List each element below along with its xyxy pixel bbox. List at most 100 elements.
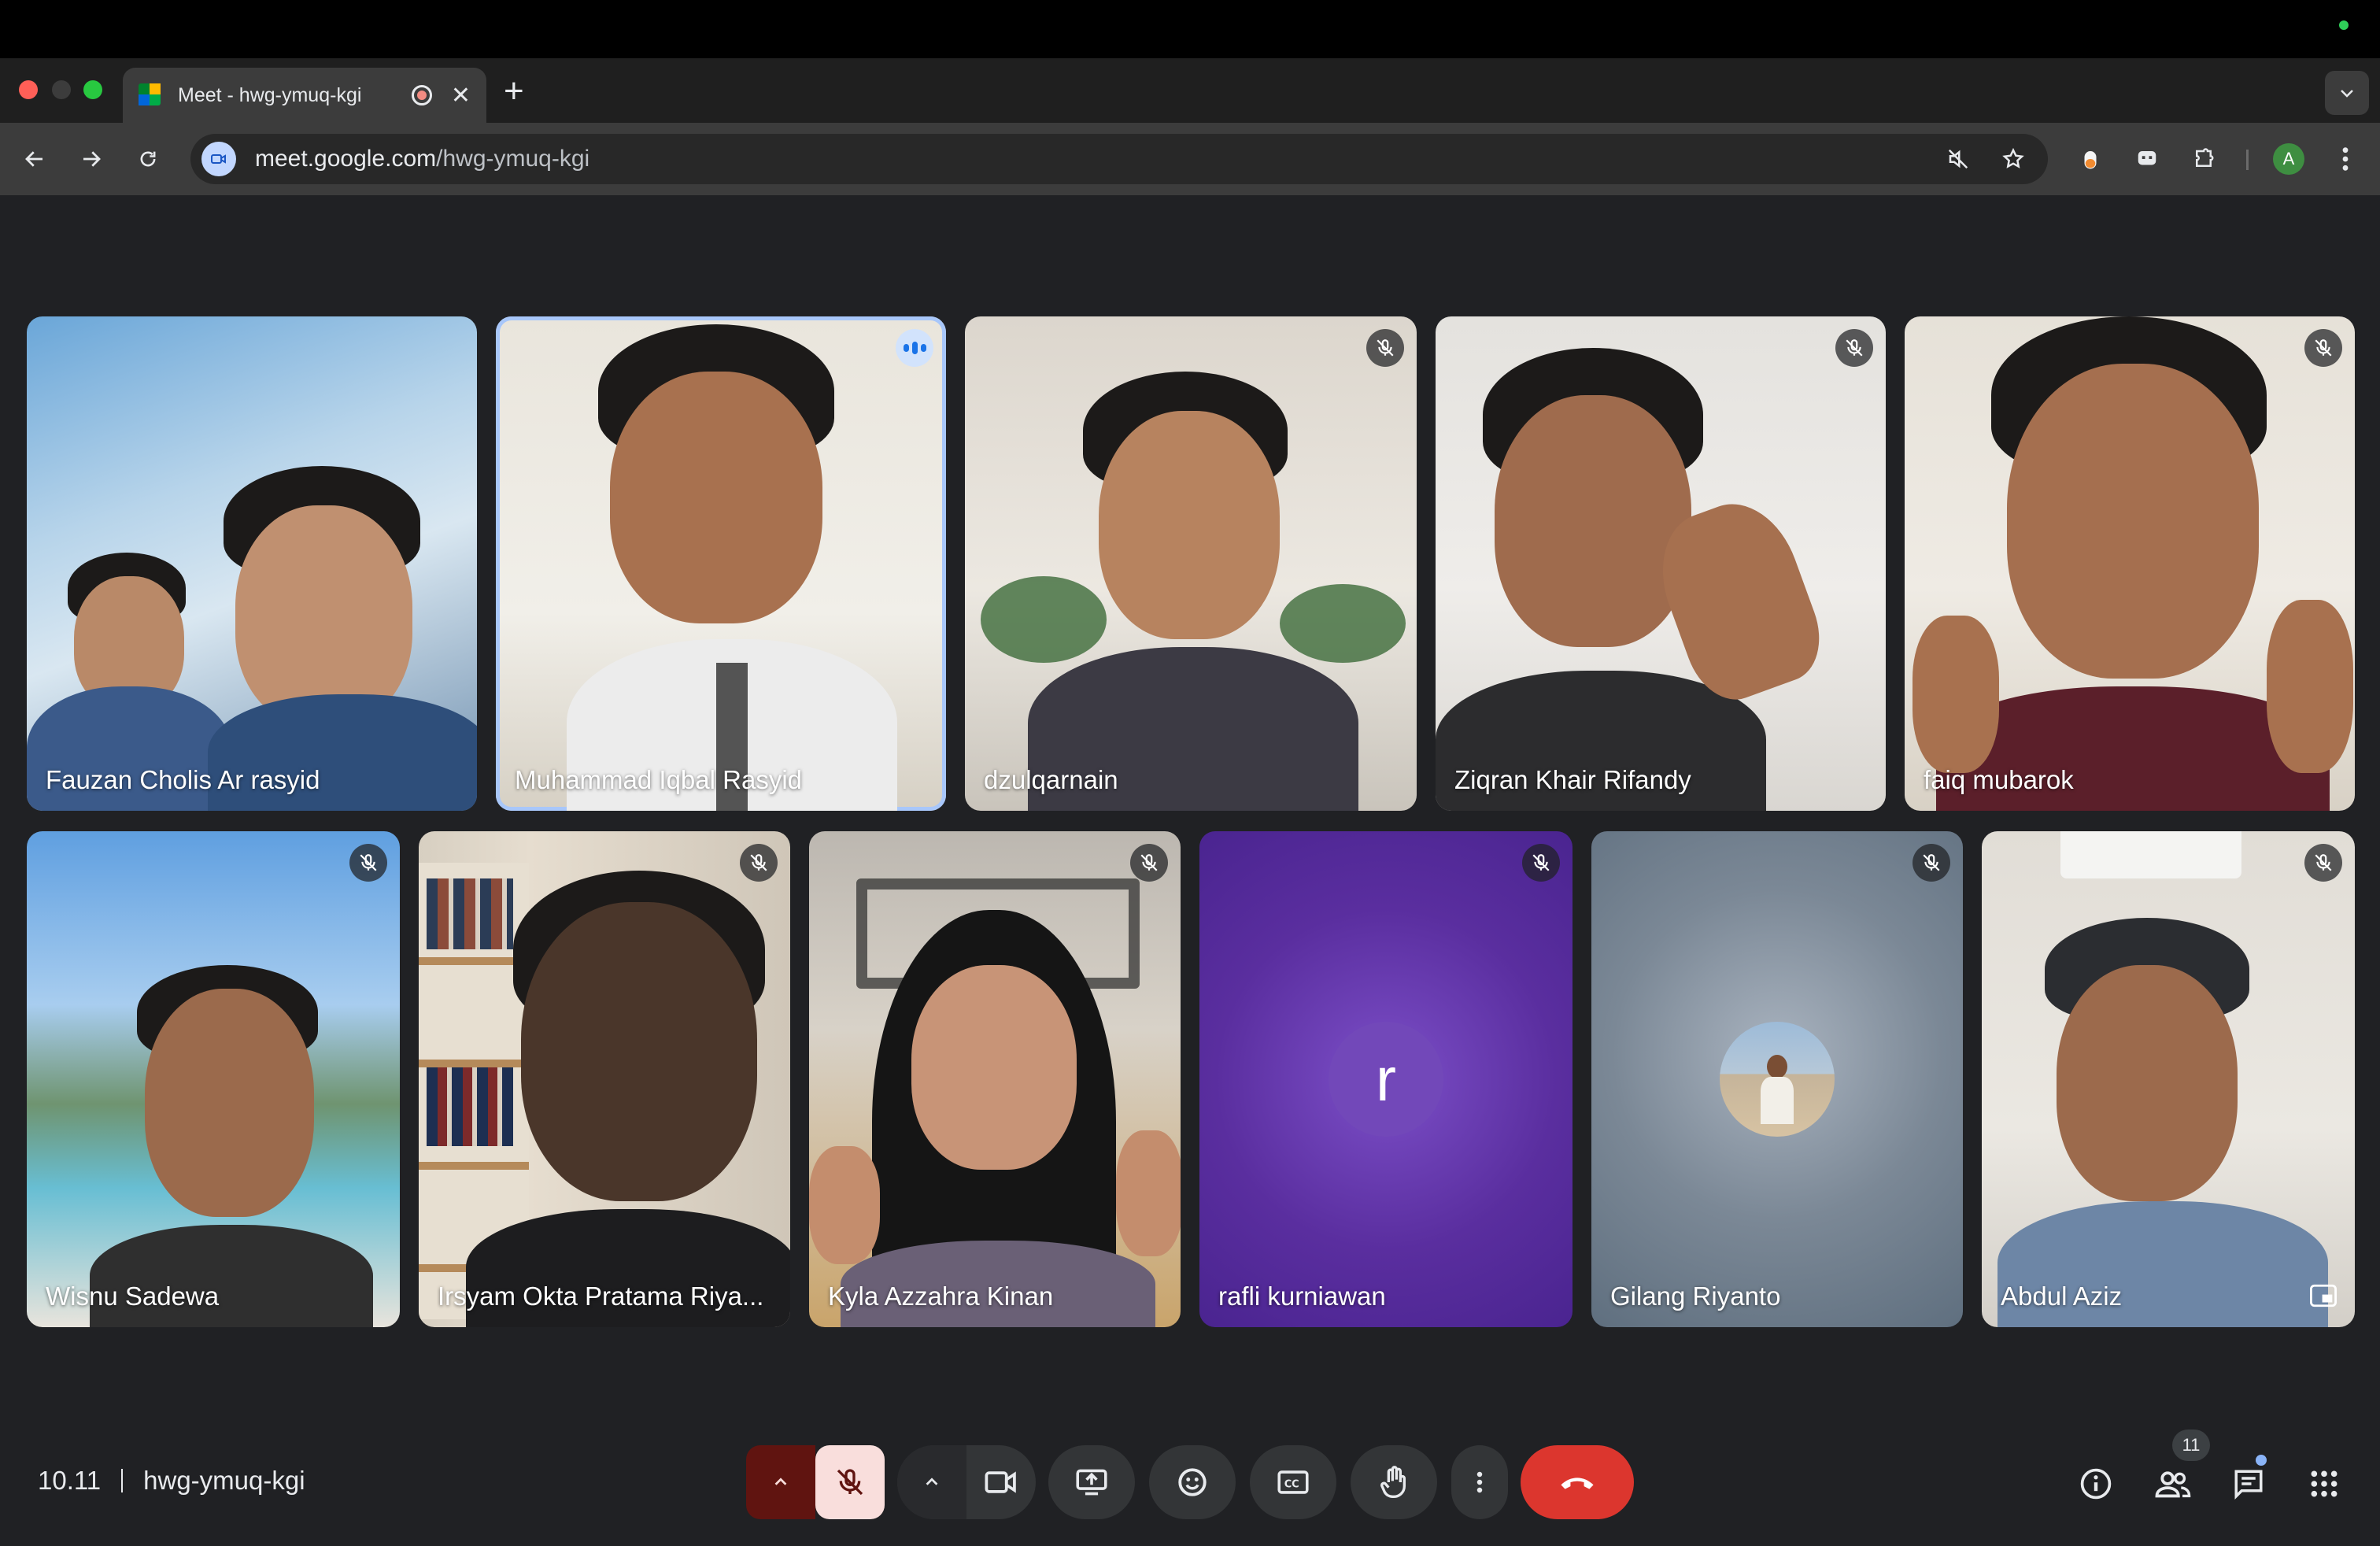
minimize-window-button[interactable] [52, 80, 71, 99]
video-camera-icon [211, 154, 226, 164]
mic-off-icon [1130, 844, 1168, 882]
mic-off-icon [1522, 844, 1560, 882]
browser-toolbar: meet.google.com/hwg-ymuq-kgi A [0, 123, 2380, 195]
more-vert-icon [1476, 1471, 1483, 1493]
video-camera-icon [985, 1471, 1016, 1493]
participant-name: dzulqarnain [984, 765, 1118, 794]
meeting-code: hwg-ymuq-kgi [143, 1466, 305, 1495]
back-button[interactable] [16, 140, 54, 178]
os-menu-bar [0, 0, 2380, 58]
participant-tile[interactable]: Irsyam Okta Pratama Riya... [419, 831, 790, 1327]
camera-indicator-dot [2339, 20, 2349, 30]
toolbar-separator [2246, 150, 2249, 170]
zoom-window-button[interactable] [83, 80, 102, 99]
participant-name: Ziqran Khair Rifandy [1454, 765, 1691, 794]
emoji-icon [1178, 1468, 1207, 1496]
close-tab-icon[interactable]: ✕ [451, 82, 471, 109]
more-options-button[interactable] [1451, 1445, 1508, 1519]
site-info-button[interactable] [201, 142, 236, 176]
present-screen-button[interactable] [1048, 1445, 1135, 1519]
participant-name: Abdul Aziz [2001, 1282, 2123, 1311]
participant-name: Gilang Riyanto [1610, 1282, 1781, 1311]
meeting-details-button[interactable] [2075, 1463, 2117, 1505]
arrow-right-icon [83, 151, 101, 167]
participant-tile-active[interactable]: Muhammad Iqbal Rasyid [496, 316, 946, 811]
tab-strip: Meet - hwg-ymuq-kgi ✕ + [0, 58, 2380, 123]
browser-menu-button[interactable] [2326, 140, 2364, 178]
speaking-indicator-icon [896, 329, 933, 367]
audio-options-button[interactable] [746, 1445, 815, 1519]
chevron-up-icon [774, 1478, 787, 1485]
mic-off-icon [1835, 329, 1873, 367]
participant-tile[interactable]: dzulqarnain [965, 316, 1417, 811]
send-reaction-button[interactable] [1149, 1445, 1236, 1519]
participant-name: Muhammad Iqbal Rasyid [515, 765, 802, 794]
participant-name: Irsyam Okta Pratama Riya... [438, 1282, 764, 1311]
svg-text:CC: CC [1284, 1478, 1299, 1490]
chat-button[interactable] [2227, 1463, 2270, 1505]
mic-off-icon [740, 844, 778, 882]
browser-tab-meet[interactable]: Meet - hwg-ymuq-kgi ✕ [123, 68, 486, 123]
chat-icon [2234, 1470, 2263, 1500]
new-tab-button[interactable]: + [504, 74, 524, 109]
participant-avatar: r [1329, 1022, 1443, 1137]
reload-button[interactable] [129, 140, 167, 178]
address-bar[interactable]: meet.google.com/hwg-ymuq-kgi [190, 134, 2048, 184]
video-options-button[interactable] [897, 1445, 966, 1519]
participant-name: Wisnu Sadewa [46, 1282, 220, 1311]
bookmark-star-icon[interactable] [1996, 142, 2031, 176]
leave-call-button[interactable] [1521, 1445, 1634, 1519]
participant-tile[interactable]: Ziqran Khair Rifandy [1436, 316, 1886, 811]
participant-tile[interactable]: Fauzan Cholis Ar rasyid [27, 316, 477, 811]
mic-off-icon [2304, 844, 2342, 882]
mic-off-icon [349, 844, 387, 882]
chevron-down-icon [2341, 90, 2353, 98]
apps-grid-icon [2311, 1470, 2338, 1497]
raise-hand-icon [1380, 1466, 1406, 1498]
meeting-time: 10.11 [38, 1466, 102, 1495]
mic-off-icon [837, 1469, 863, 1496]
participant-tile[interactable]: r rafli kurniawan [1199, 831, 1572, 1327]
participant-name: Kyla Azzahra Kinan [828, 1282, 1054, 1311]
extensions-puzzle-icon[interactable] [2185, 140, 2223, 178]
participant-tile[interactable]: Abdul Aziz [1982, 831, 2355, 1327]
mic-off-icon [1366, 329, 1404, 367]
tab-muted-icon[interactable] [1941, 142, 1975, 176]
meeting-details: 10.11 hwg-ymuq-kgi [38, 1466, 305, 1496]
tab-search-button[interactable] [2325, 71, 2369, 115]
end-call-icon [1561, 1478, 1594, 1489]
more-vert-icon [2342, 147, 2349, 171]
reload-icon [140, 151, 156, 167]
participant-name: Fauzan Cholis Ar rasyid [46, 765, 320, 794]
activities-button[interactable] [2303, 1463, 2345, 1505]
close-window-button[interactable] [19, 80, 38, 99]
profile-avatar: A [2273, 143, 2304, 175]
picture-in-picture-icon[interactable] [2306, 1278, 2341, 1313]
profile-button[interactable]: A [2270, 140, 2308, 178]
mic-toggle-button[interactable] [815, 1445, 885, 1519]
tab-title: Meet - hwg-ymuq-kgi [178, 83, 362, 106]
divider [121, 1469, 124, 1492]
closed-captions-icon: CC [1277, 1470, 1309, 1494]
participant-tile[interactable]: Wisnu Sadewa [27, 831, 400, 1327]
recording-icon [411, 85, 432, 105]
participant-tile[interactable]: faiq mubarok [1905, 316, 2355, 811]
mic-off-icon [2304, 329, 2342, 367]
chevron-up-icon [926, 1478, 938, 1485]
people-icon [2155, 1471, 2191, 1498]
extension-icon-1[interactable] [2071, 140, 2109, 178]
chat-extension-icon[interactable] [2128, 140, 2166, 178]
participant-tile[interactable]: Gilang Riyanto [1591, 831, 1963, 1327]
participant-count-badge: 11 [2172, 1429, 2210, 1461]
google-meet-favicon-icon [139, 83, 162, 107]
people-button[interactable] [2152, 1463, 2194, 1505]
participant-tile[interactable]: Kyla Azzahra Kinan [809, 831, 1181, 1327]
raise-hand-button[interactable] [1351, 1445, 1437, 1519]
url-text: meet.google.com/hwg-ymuq-kgi [255, 146, 590, 172]
forward-button[interactable] [72, 140, 110, 178]
participant-avatar [1720, 1022, 1835, 1137]
mic-control-group [746, 1445, 885, 1519]
mic-off-icon [1913, 844, 1950, 882]
info-icon [2080, 1468, 2112, 1500]
captions-button[interactable]: CC [1250, 1445, 1336, 1519]
